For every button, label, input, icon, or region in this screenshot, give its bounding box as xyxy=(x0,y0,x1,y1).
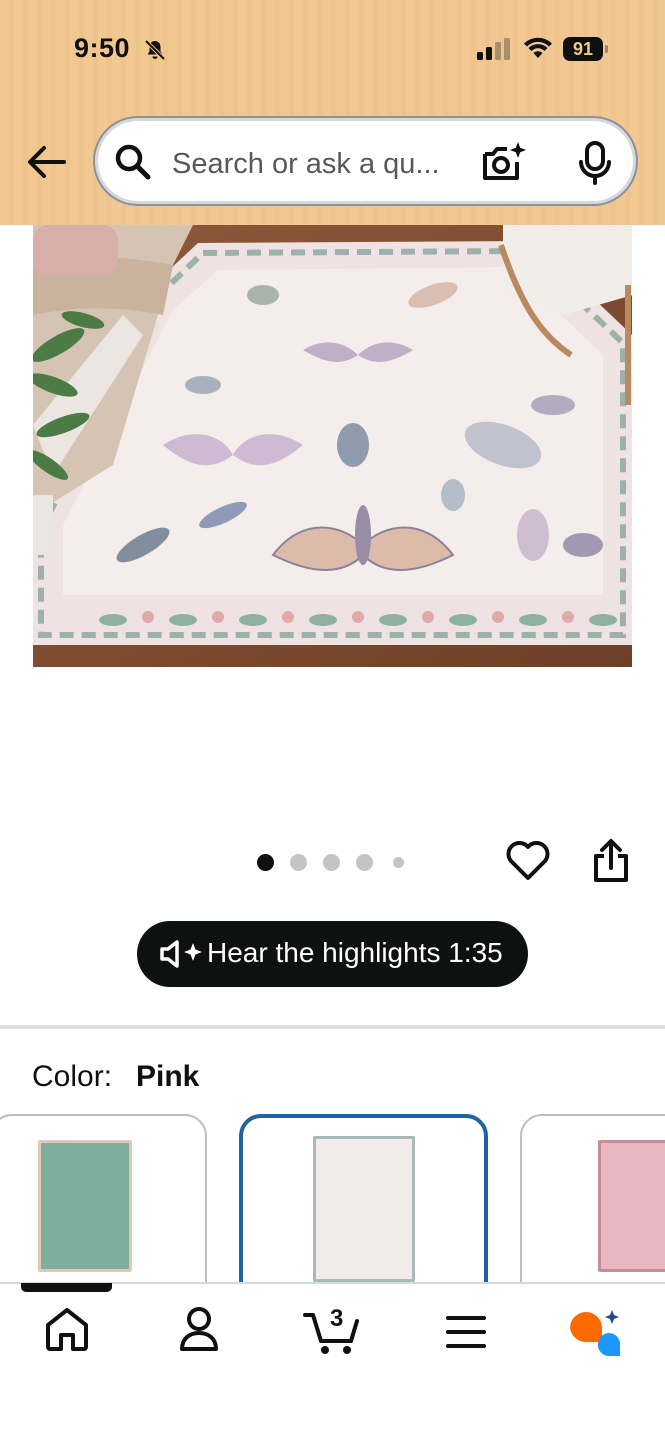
color-swatch-green[interactable] xyxy=(0,1114,207,1304)
search-icon[interactable] xyxy=(113,142,153,182)
section-divider xyxy=(0,1025,665,1029)
swatch-image xyxy=(38,1140,132,1272)
battery-level: 91 xyxy=(572,39,594,59)
arrow-left-icon[interactable] xyxy=(24,140,68,184)
swatch-image xyxy=(598,1140,665,1272)
home-icon[interactable] xyxy=(43,1305,91,1353)
account-icon[interactable] xyxy=(178,1305,220,1353)
hear-highlights-label: Hear the highlights 1:35 xyxy=(207,937,503,968)
menu-icon[interactable] xyxy=(446,1314,486,1350)
signal-icon xyxy=(477,38,510,60)
camera-sparkle-icon[interactable] xyxy=(481,140,527,184)
pager-dot[interactable] xyxy=(257,854,274,871)
color-swatch-rose[interactable] xyxy=(520,1114,665,1304)
swatch-image xyxy=(313,1136,415,1282)
rug-photo xyxy=(33,225,632,667)
search-input[interactable]: Search or ask a qu... xyxy=(172,148,447,181)
product-image[interactable] xyxy=(33,225,632,667)
bell-slash-icon xyxy=(144,39,166,61)
pager-dot[interactable] xyxy=(356,854,373,871)
search-bar[interactable]: Search or ask a qu... xyxy=(93,116,638,206)
speaker-sparkle-icon xyxy=(160,940,202,968)
pager-dot[interactable] xyxy=(393,857,404,868)
status-time: 9:50 xyxy=(74,33,131,63)
header-bar: 9:50 91 Search or ask a qu... xyxy=(0,0,665,225)
battery-icon: 91 xyxy=(563,37,608,61)
image-pager[interactable] xyxy=(257,854,417,872)
share-icon[interactable] xyxy=(592,838,630,884)
hear-highlights-button[interactable]: Hear the highlights 1:35 xyxy=(137,921,528,987)
wifi-icon xyxy=(524,37,552,58)
pager-dot[interactable] xyxy=(290,854,307,871)
active-tab-indicator xyxy=(21,1283,112,1292)
color-swatch-pink[interactable] xyxy=(239,1114,488,1304)
microphone-icon[interactable] xyxy=(577,140,613,186)
pager-dot[interactable] xyxy=(323,854,340,871)
cart-count: 3 xyxy=(330,1305,344,1332)
rufus-icon[interactable] xyxy=(566,1308,624,1358)
variation-value: Pink xyxy=(136,1060,200,1093)
variation-label: Color: xyxy=(32,1060,113,1093)
heart-icon[interactable] xyxy=(505,838,551,884)
